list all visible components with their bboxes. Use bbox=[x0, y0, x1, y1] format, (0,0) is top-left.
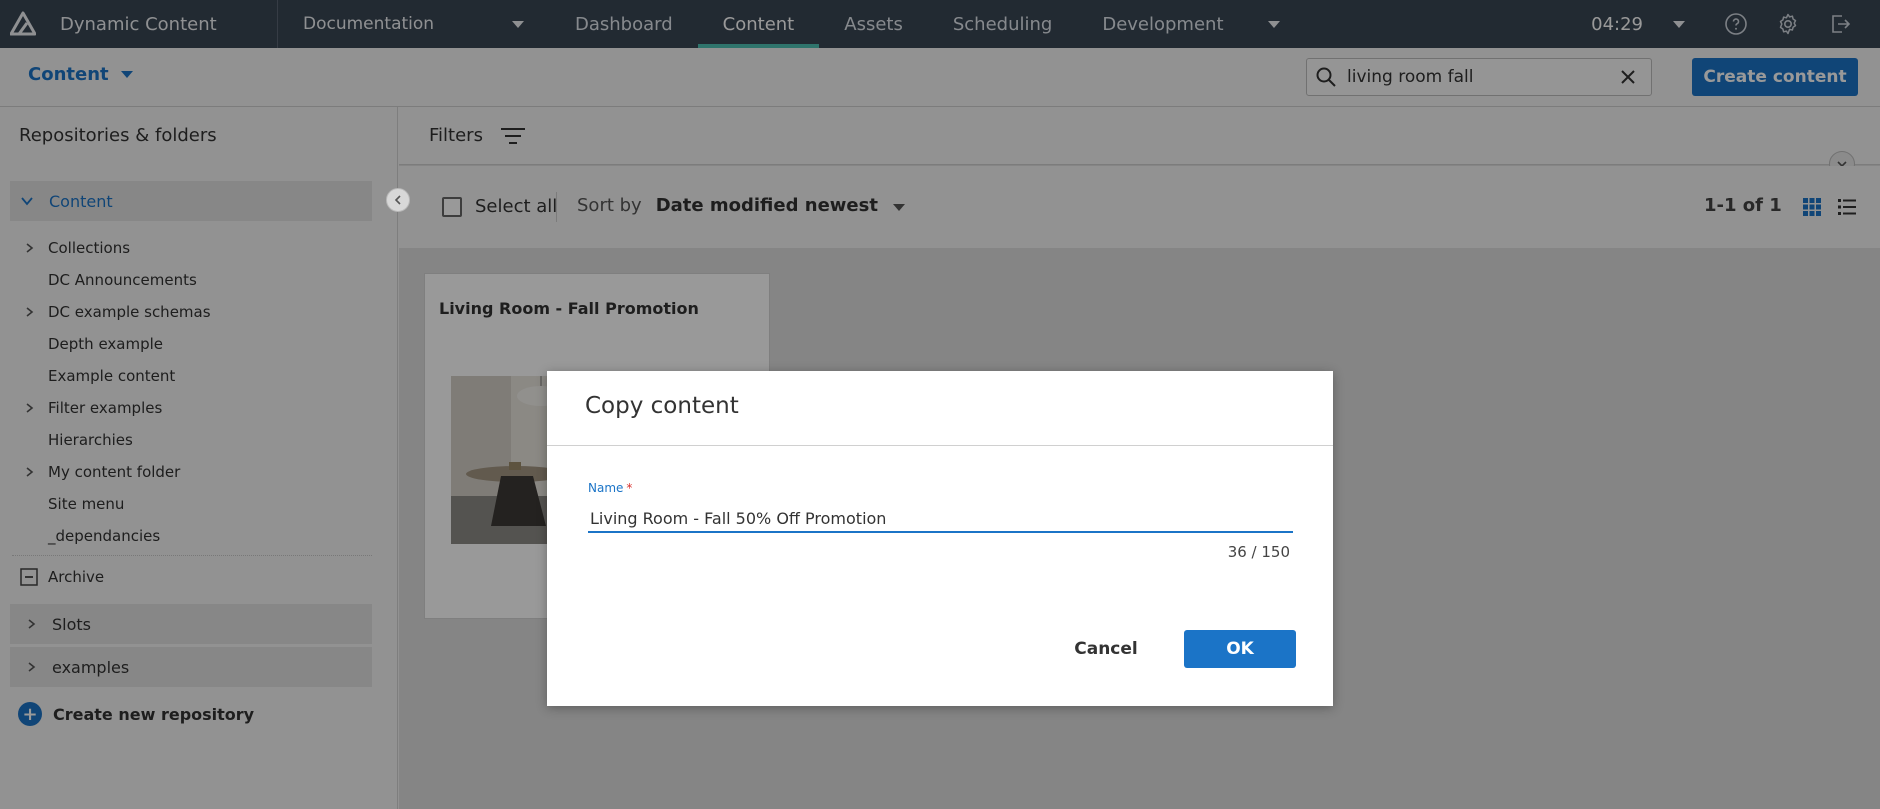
divider bbox=[547, 445, 1333, 446]
collapse-sidebar-button[interactable] bbox=[386, 188, 410, 212]
char-counter: 36 / 150 bbox=[1227, 543, 1290, 561]
name-field-label: Name * bbox=[588, 481, 632, 495]
copy-content-dialog: Copy content Name* 36 / 150 Cancel OK bbox=[547, 371, 1333, 706]
cancel-button[interactable]: Cancel bbox=[1065, 630, 1147, 668]
name-label-text: Name bbox=[588, 481, 624, 495]
name-input[interactable] bbox=[588, 505, 1293, 533]
dialog-title: Copy content bbox=[585, 393, 739, 419]
required-mark: * bbox=[626, 481, 633, 495]
ok-button[interactable]: OK bbox=[1184, 630, 1296, 668]
chevron-left-icon bbox=[394, 195, 401, 205]
